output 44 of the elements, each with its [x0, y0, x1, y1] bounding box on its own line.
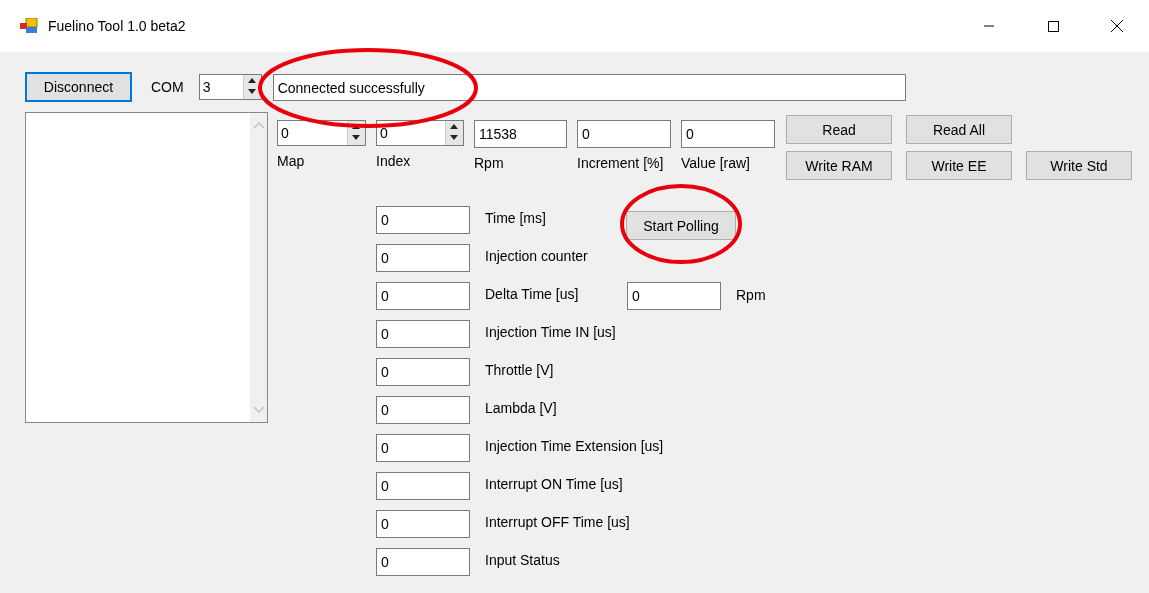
app-icon: [20, 18, 38, 34]
measurement-label: Interrupt OFF Time [us]: [485, 513, 630, 532]
value-field[interactable]: 0: [376, 206, 470, 234]
measurement-label: Lambda [V]: [485, 399, 558, 418]
measurement-label: Time [ms]: [485, 209, 547, 228]
value-field[interactable]: 0: [577, 120, 671, 148]
rpm-field[interactable]: 0: [627, 282, 721, 310]
window-title: Fuelino Tool 1.0 beta2: [48, 18, 187, 34]
value-field[interactable]: 0: [376, 244, 470, 272]
measurement-label: Injection Time Extension [us]: [485, 437, 664, 456]
measurement-label: Delta Time [us]: [485, 285, 580, 304]
value-field[interactable]: 0: [376, 320, 470, 348]
spin-box[interactable]: 3: [198, 74, 262, 100]
action-button[interactable]: Read All: [906, 115, 1012, 144]
field-label: Rpm: [474, 155, 505, 171]
action-button[interactable]: Write Std: [1026, 151, 1132, 180]
disconnect-button[interactable]: Disconnect: [25, 72, 132, 102]
com-label: COM: [151, 79, 184, 95]
measurement-label: Injection counter: [485, 247, 589, 266]
value-field[interactable]: 0: [376, 358, 470, 386]
value-field[interactable]: 0: [376, 548, 470, 576]
status-field[interactable]: Connected successfully: [272, 73, 906, 101]
field-label: Value [raw]: [681, 155, 751, 171]
measurement-label: Input Status: [485, 551, 561, 570]
measurement-label: Interrupt ON Time [us]: [485, 475, 624, 494]
action-button[interactable]: Write RAM: [786, 151, 892, 180]
value-field[interactable]: 0: [376, 396, 470, 424]
value-field[interactable]: 0: [376, 510, 470, 538]
measurement-label: Injection Time IN [us]: [485, 323, 617, 342]
start-polling-button[interactable]: Start Polling: [626, 211, 736, 240]
value-field[interactable]: 11538: [474, 120, 567, 148]
spin-box[interactable]: 0: [376, 120, 464, 146]
value-field[interactable]: 0: [376, 472, 470, 500]
value-field[interactable]: 0: [681, 120, 775, 148]
action-button[interactable]: Read: [786, 115, 892, 144]
rpm-label: Rpm: [736, 286, 766, 305]
spin-box[interactable]: 0: [277, 120, 366, 146]
measurement-label: Throttle [V]: [485, 361, 555, 380]
field-label: Map: [277, 153, 306, 169]
action-button[interactable]: Write EE: [906, 151, 1012, 180]
value-field[interactable]: 0: [376, 434, 470, 462]
field-label: Increment [%]: [577, 155, 665, 171]
field-label: Index: [376, 153, 412, 169]
value-field[interactable]: 0: [376, 282, 470, 310]
